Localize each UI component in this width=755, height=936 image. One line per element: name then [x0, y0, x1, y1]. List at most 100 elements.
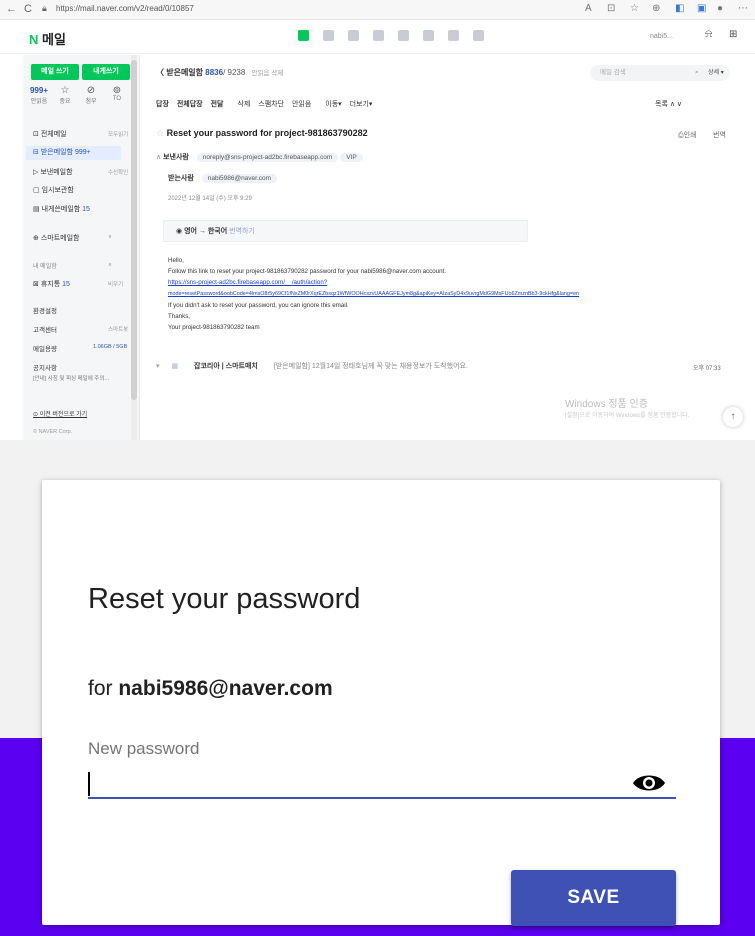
sidebar-link-support[interactable]: 고객센터 스마트봇 — [33, 324, 128, 334]
translate-button[interactable]: 번역 — [713, 130, 726, 140]
reply-all-button[interactable]: 전체답장 — [177, 101, 203, 108]
read-aloud-icon[interactable]: A — [585, 3, 592, 14]
sidebar-link-old-version[interactable]: ⊙ 이전 버전으로 가기 — [33, 409, 87, 418]
more-icon[interactable]: ⋯ — [738, 3, 748, 14]
important-filter[interactable]: ☆ 중요 — [54, 85, 76, 105]
browser-window: ← C 🔒︎ https://mail.naver.com/v2/read/0/… — [0, 0, 755, 440]
bookmark-app-icon[interactable] — [473, 30, 484, 41]
print-button[interactable]: ⎙인쇄 — [678, 130, 697, 140]
translate-icon: ◉ — [176, 228, 183, 235]
text-caret — [88, 772, 90, 796]
naver-mail-logo[interactable]: N 메일 — [29, 29, 66, 48]
mail-sidebar: 메일 쓰기 내게쓰기 999+ 안읽음 ☆ 중요 ⊘ 첨부 ⊚ TO ⊡ 전체메일 모두읽… — [23, 55, 140, 440]
extension-icon-2[interactable]: ◧ — [675, 3, 684, 14]
account-email-line: for nabi5986@naver.com — [88, 677, 333, 700]
sidebar-item-trash[interactable]: ⊠ 휴지통 15 비우기 — [33, 279, 123, 289]
refresh-button[interactable]: C — [24, 3, 32, 15]
sidebar-section-my[interactable]: 내 메일함 ∧ — [33, 261, 112, 270]
forward-button[interactable]: 전달 — [211, 101, 224, 108]
mail-reader: 〈 받은메일함 8836/ 9238 안읽음 삭제 메일 검색 ⌕ 상세 ▾ 답장 … — [145, 55, 750, 440]
back-button[interactable]: ← — [6, 3, 17, 15]
move-button[interactable]: 이동▾ — [325, 101, 341, 108]
favorite-icon[interactable]: ☆ — [630, 3, 639, 14]
clip-icon: ⊘ — [86, 85, 96, 96]
mail-folder-title[interactable]: 〈 받은메일함 8836/ 9238 안읽음 삭제 — [156, 67, 283, 78]
spam-block-button[interactable]: 스팸차단 — [258, 101, 284, 108]
calendar-app-icon[interactable] — [323, 30, 334, 41]
sender-chip[interactable]: noreply@sns-project-ad2bc.firebaseapp.co… — [196, 153, 339, 162]
sidebar-notice-item[interactable]: [안내] 사칭 및 피싱 메일에 주의... — [33, 374, 109, 382]
new-password-input[interactable] — [88, 765, 676, 799]
scroll-top-button[interactable]: ↑ — [723, 407, 743, 427]
mail-to-row: 받는사람 nabi5986@naver.com — [168, 173, 278, 183]
sidebar-item-drafts[interactable]: ▢ 임시보관함 — [33, 185, 74, 195]
reset-link[interactable]: https://sns-project-ad2bc.firebaseapp.co… — [168, 279, 327, 286]
reset-link-continued[interactable]: mode=resetPassword&oobCode=4lmsO8r5y69Cf… — [168, 291, 579, 297]
user-account[interactable]: nabi5... — [645, 30, 678, 44]
mark-unread-button[interactable]: 안읽음 — [292, 101, 311, 108]
unread-count[interactable]: 999+ 안읽음 — [28, 85, 50, 105]
sidebar-copyright: © NAVER Corp. — [33, 429, 73, 435]
tome-icon: ⊚ — [112, 85, 122, 96]
translate-link[interactable]: 번역하기 — [229, 228, 255, 235]
vip-chip[interactable]: VIP — [340, 153, 363, 162]
extension-icon[interactable]: ⊕ — [652, 3, 660, 14]
mail-app-icon[interactable] — [298, 30, 309, 41]
sidebar-link-settings[interactable]: 환경설정 — [33, 305, 57, 315]
list-navigation[interactable]: 목록 ∧ ∨ — [655, 99, 682, 109]
sidebar-item-inbox[interactable]: ⊟ 받은메일함 999+ — [26, 146, 121, 160]
next-mail-row[interactable]: ▾ ▦ 잡코리아 | 스마트매치 [받은메일함] 12월14일 정태호님께 꼭 … — [156, 361, 468, 371]
page-title: Reset your password — [88, 583, 361, 615]
profile-icon[interactable]: ● — [717, 3, 723, 14]
recipient-chip[interactable]: nabi5986@naver.com — [201, 174, 278, 183]
sidebar-storage: 메일용량 1.06GB / 5GB — [33, 344, 128, 353]
mail-search-input[interactable]: 메일 검색 ⌕ 상세 ▾ — [590, 65, 730, 81]
grid-menu-icon[interactable]: ⊞ — [729, 29, 737, 40]
naver-header: N 메일 nabi5... ⍾ ⊞ — [0, 20, 755, 54]
tome-filter[interactable]: ⊚ TO — [106, 85, 128, 102]
save-button[interactable]: SAVE — [511, 870, 676, 926]
eye-icon[interactable] — [632, 772, 666, 794]
new-password-label: New password — [88, 739, 200, 758]
mail-body-line: If you didn't ask to reset your password… — [168, 302, 349, 309]
contacts-app-icon[interactable] — [348, 30, 359, 41]
sidebar-item-sent[interactable]: ▷ 보낸메일함 수신확인 — [33, 167, 128, 177]
write-to-self-button[interactable]: 내게쓰기 — [82, 64, 130, 80]
mail-toolbar: 답장 전체답장 전달 삭제 스팸차단 안읽음 이동▾ 더보기▾ — [156, 99, 372, 109]
mail-from-row: ∧ 보낸사람 noreply@sns-project-ad2bc.firebas… — [156, 152, 363, 162]
sidebar-item-self[interactable]: ▤ 내게쓴메일함 15 — [33, 204, 90, 214]
translate-bar: ◉ 영어 → 한국어 번역하기 — [163, 220, 528, 242]
mail-body-line: Your project-981863790282 team — [168, 324, 260, 331]
next-mail-time: 오후 07:33 — [693, 366, 721, 372]
office-app-icon[interactable] — [423, 30, 434, 41]
tab-icon[interactable]: ⊡ — [607, 3, 615, 14]
mail-date: 2022년 12월 14일 (수) 오후 9:29 — [168, 196, 252, 202]
composite-screenshot: ← C 🔒︎ https://mail.naver.com/v2/read/0/… — [0, 0, 755, 936]
attachment-filter[interactable]: ⊘ 첨부 — [80, 85, 102, 105]
envelope-icon: ▦ — [171, 363, 179, 370]
mail-body-line: Thanks, — [168, 313, 191, 320]
url-field[interactable]: https://mail.naver.com/v2/read/0/10857 — [56, 4, 194, 13]
drive-app-icon[interactable] — [398, 30, 409, 41]
delete-button[interactable]: 삭제 — [237, 101, 250, 108]
memo-app-icon[interactable] — [373, 30, 384, 41]
more-button[interactable]: 더보기▾ — [350, 101, 373, 108]
sidebar-item-smart[interactable]: ⊕ 스마트메일함 ∨ — [33, 233, 112, 243]
mail-body-line: Hello, — [168, 257, 184, 264]
write-mail-button[interactable]: 메일 쓰기 — [31, 64, 79, 80]
sidebar-scroll-thumb[interactable] — [131, 60, 137, 400]
star-icon: ☆ — [60, 85, 70, 96]
windows-activation-watermark: Windows 정품 인증 [설정]으로 이동하여 Windows를 정품 인증합… — [565, 399, 690, 419]
lock-icon: 🔒︎ — [42, 3, 47, 13]
account-email: nabi5986@naver.com — [118, 677, 333, 700]
bell-icon[interactable]: ⍾ — [705, 28, 712, 41]
mail-subject: ☆ Reset your password for project-981863… — [156, 128, 368, 138]
sidebar-link-notice[interactable]: 공지사항 — [33, 362, 57, 372]
sidebar-item-all[interactable]: ⊡ 전체메일 모두읽기 — [33, 129, 128, 139]
collections-icon[interactable]: ▣ — [697, 3, 706, 14]
star-icon[interactable]: ☆ — [156, 128, 164, 138]
cafe-app-icon[interactable] — [448, 30, 459, 41]
reset-password-card: Reset your password for nabi5986@naver.c… — [42, 480, 720, 926]
search-icon[interactable]: ⌕ — [695, 65, 699, 81]
reply-button[interactable]: 답장 — [156, 101, 169, 108]
